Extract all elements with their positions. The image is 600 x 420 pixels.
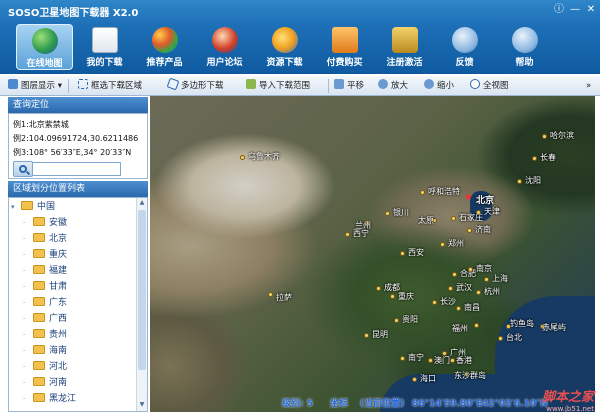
watermark-logo: 脚本之家 www.jb51.net — [541, 390, 594, 413]
locate-header: 查询定位 — [8, 97, 148, 113]
zoom-in-button[interactable]: 放大 — [378, 79, 408, 93]
select-rect-icon — [78, 79, 88, 89]
coord-label: 坐标 — [330, 399, 349, 409]
pan-icon — [334, 79, 344, 89]
zoom-out-button[interactable]: 缩小 — [424, 79, 454, 93]
products-icon — [151, 27, 178, 53]
tree-node[interactable]: · 福建 — [23, 264, 67, 279]
region-list-header: 区域划分位置列表 — [8, 181, 148, 197]
locate-example-3: 例3:108° 56′33″E,34° 20′33″N — [13, 148, 132, 157]
folder-icon — [33, 249, 45, 258]
folder-icon — [33, 281, 45, 290]
tree-node-china[interactable]: ▾ 中国 — [11, 200, 55, 215]
info-circle-icon — [451, 27, 478, 53]
scroll-down-icon[interactable]: ▼ — [138, 401, 146, 410]
info-icon[interactable]: ⓘ — [552, 3, 566, 16]
locate-search-button[interactable] — [13, 161, 33, 177]
lock-key-icon — [391, 27, 418, 53]
tree-node[interactable]: · 河北 — [23, 360, 67, 375]
full-view-icon — [470, 79, 480, 89]
title-toolbar-area: SOSO卫星地图下载器 X2.0 ⓘ — ✕ 在线地图 我的下载 推荐产品 用户… — [0, 0, 600, 74]
tab-my-downloads[interactable]: 我的下载 — [76, 24, 133, 70]
folder-icon — [33, 377, 45, 386]
tree-node[interactable]: · 海南 — [23, 344, 67, 359]
locate-example-2: 例2:104.09691724,30.6211486 — [13, 134, 139, 143]
document-list-icon — [91, 27, 118, 53]
pan-button[interactable]: 平移 — [334, 79, 364, 93]
layer-display-button[interactable]: 图层显示 ▾ — [8, 79, 62, 93]
folder-icon — [33, 217, 45, 226]
folder-icon — [21, 201, 33, 210]
import-icon — [246, 79, 256, 89]
tree-node[interactable]: · 广东 — [23, 296, 67, 311]
tab-online-map[interactable]: 在线地图 — [16, 24, 73, 70]
tree-node[interactable]: · 甘肃 — [23, 280, 67, 295]
tree-scrollbar[interactable]: ▲ ▼ — [136, 198, 147, 411]
tab-help[interactable]: 帮助 — [496, 24, 553, 70]
map-status-bar: 级别: 5 坐标 (当前位置) 86°14′59.80″E 42°02′6.10… — [150, 396, 595, 412]
rect-select-download-button[interactable]: 框选下载区域 — [78, 79, 142, 93]
locate-example-1: 例1:北京紫禁城 — [13, 120, 69, 129]
collapse-icon[interactable]: ▾ — [11, 200, 21, 215]
tree-node[interactable]: · 安徽 — [23, 216, 67, 231]
folder-icon — [33, 393, 45, 402]
download-icon — [271, 27, 298, 53]
tab-feedback[interactable]: 反馈 — [436, 24, 493, 70]
tab-forum[interactable]: 用户论坛 — [196, 24, 253, 70]
zoom-out-icon — [424, 79, 434, 89]
latitude-readout: 42°02′6.10″N — [482, 399, 548, 409]
tree-node[interactable]: · 黑龙江 — [23, 392, 76, 407]
tree-node[interactable]: · 重庆 — [23, 248, 67, 263]
search-icon-handle — [25, 170, 31, 176]
folder-icon — [33, 361, 45, 370]
tab-recommended[interactable]: 推荐产品 — [136, 24, 193, 70]
separator — [68, 79, 69, 93]
polygon-download-button[interactable]: 多边形下载 — [166, 77, 224, 93]
toolbar-overflow-button[interactable]: » — [586, 79, 591, 93]
folder-icon — [33, 329, 45, 338]
folder-icon — [33, 265, 45, 274]
tree-node[interactable]: · 北京 — [23, 232, 67, 247]
window-title: SOSO卫星地图下载器 X2.0 — [8, 8, 139, 19]
import-range-button[interactable]: 导入下载范围 — [246, 79, 310, 93]
zoom-in-icon — [378, 79, 388, 89]
tree-node[interactable]: · 河南 — [23, 376, 67, 391]
zoom-level: 级别: 5 — [282, 399, 313, 409]
tab-resources[interactable]: 资源下载 — [256, 24, 313, 70]
globe-icon — [31, 28, 58, 54]
longitude-readout: 86°14′59.80″E — [412, 399, 483, 409]
locate-panel: 例1:北京紫禁城 例2:104.09691724,30.6211486 例3:1… — [8, 113, 148, 179]
folder-icon — [33, 297, 45, 306]
capital-star-icon: ★ — [464, 192, 473, 203]
polygon-icon — [166, 77, 180, 91]
tab-purchase[interactable]: 付费购买 — [316, 24, 373, 70]
minimize-icon[interactable]: — — [568, 3, 582, 16]
separator — [328, 79, 329, 93]
scroll-up-icon[interactable]: ▲ — [138, 199, 146, 208]
folder-icon — [33, 233, 45, 242]
coord-note: (当前位置) — [360, 399, 405, 409]
tree-node[interactable]: · 贵州 — [23, 328, 67, 343]
folder-icon — [33, 345, 45, 354]
folder-icon — [33, 313, 45, 322]
region-tree: ▾ 中国 · 安徽 · 北京 · 重庆 · 福建 · 甘肃 · 广东 · 广西 · 贵州 · 海南 … — [8, 197, 148, 412]
scrollbar-thumb[interactable] — [138, 210, 146, 370]
map-toolbar: 图层显示 ▾ 框选下载区域 多边形下载 导入下载范围 平移 放大 缩小 全视图 … — [0, 76, 600, 96]
users-icon — [211, 27, 238, 53]
layers-icon — [8, 79, 18, 89]
help-circle-icon — [511, 27, 538, 53]
cart-icon — [331, 27, 358, 53]
full-view-button[interactable]: 全视图 — [470, 79, 509, 93]
tree-node[interactable]: · 广西 — [23, 312, 67, 327]
close-icon[interactable]: ✕ — [584, 3, 598, 16]
satellite-map[interactable]: 乌鲁木齐 呼和浩特 ★ 北京 哈尔滨 长春 沈阳 银川 太原 石家庄 天津 西宁 … — [150, 96, 595, 412]
tab-register[interactable]: 注册激活 — [376, 24, 433, 70]
